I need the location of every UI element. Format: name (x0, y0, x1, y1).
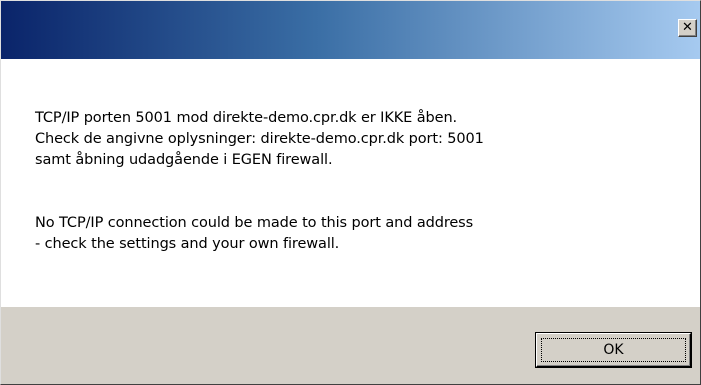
message-area: TCP/IP porten 5001 mod direkte-demo.cpr.… (1, 59, 700, 307)
message-dialog: ✕ TCP/IP porten 5001 mod direkte-demo.cp… (0, 0, 701, 385)
button-bar: OK (1, 307, 700, 384)
close-icon[interactable]: ✕ (678, 19, 697, 37)
ok-button[interactable]: OK (536, 333, 691, 367)
message-text-english: No TCP/IP connection could be made to th… (35, 215, 474, 252)
title-bar[interactable]: ✕ (1, 1, 700, 59)
message-text-danish: TCP/IP porten 5001 mod direkte-demo.cpr.… (35, 110, 484, 168)
ok-button-label: OK (541, 338, 686, 362)
